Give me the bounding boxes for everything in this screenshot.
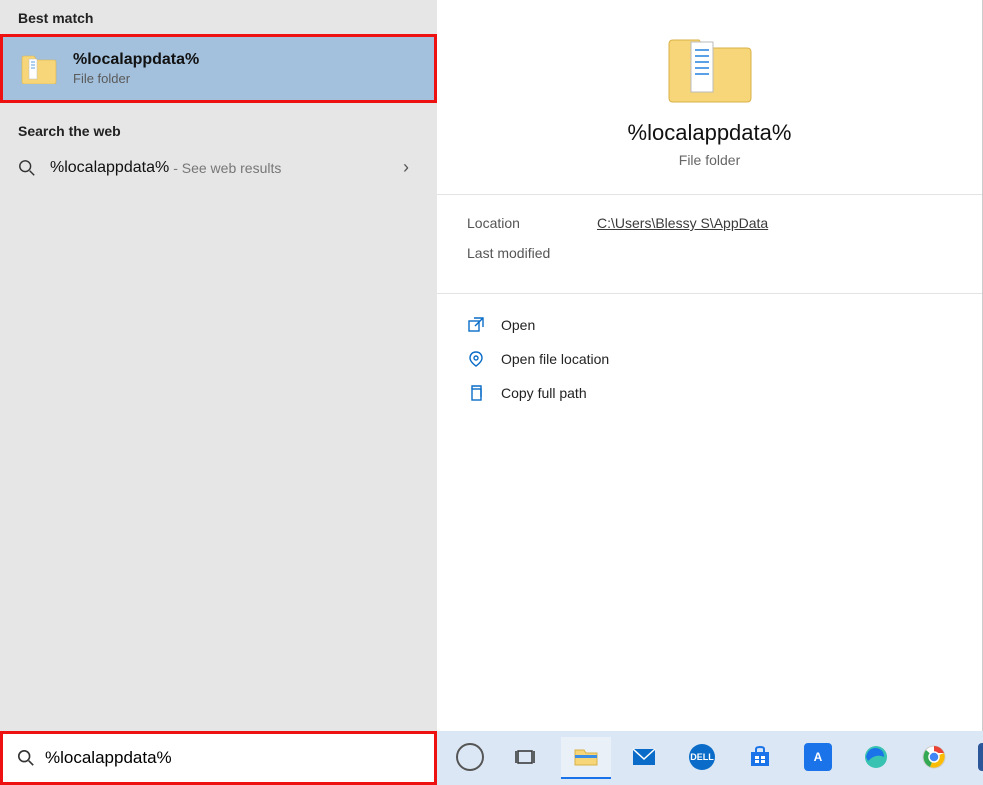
cortana-icon[interactable] [445, 737, 495, 779]
folder-icon [667, 32, 753, 104]
bottom-bar: DELL A W [0, 731, 983, 785]
action-copy-path[interactable]: Copy full path [467, 376, 952, 410]
meta-location-link[interactable]: C:\Users\Blessy S\AppData [597, 215, 768, 231]
file-explorer-icon[interactable] [561, 737, 611, 779]
windows-search-popup: Best match %localappdata% File folder [0, 0, 983, 785]
preview-header: %localappdata% File folder [437, 0, 982, 195]
dell-icon[interactable]: DELL [677, 737, 727, 779]
best-match-subtitle: File folder [73, 71, 199, 86]
mail-icon[interactable] [619, 737, 669, 779]
open-icon [467, 316, 485, 334]
edge-icon[interactable] [851, 737, 901, 779]
action-copy-path-label: Copy full path [501, 385, 587, 401]
action-open-label: Open [501, 317, 535, 333]
best-match-title: %localappdata% [73, 51, 199, 69]
task-view-icon[interactable] [503, 737, 553, 779]
action-open-location-label: Open file location [501, 351, 609, 367]
search-box[interactable] [0, 731, 437, 785]
preview-pane: %localappdata% File folder Location C:\U… [437, 0, 983, 731]
ad-icon[interactable]: A [793, 737, 843, 779]
search-icon [18, 159, 36, 177]
main-area: Best match %localappdata% File folder [0, 0, 983, 731]
web-result-query: %localappdata% [50, 159, 169, 177]
chevron-right-icon: › [403, 157, 419, 178]
preview-meta: Location C:\Users\Blessy S\AppData Last … [437, 195, 982, 294]
chrome-icon[interactable] [909, 737, 959, 779]
results-pane: Best match %localappdata% File folder [0, 0, 437, 731]
taskbar: DELL A W [437, 731, 983, 785]
folder-icon [21, 54, 57, 84]
web-result-row[interactable]: %localappdata% - See web results › [0, 147, 437, 188]
best-match-text: %localappdata% File folder [73, 51, 199, 86]
store-icon[interactable] [735, 737, 785, 779]
meta-location-label: Location [467, 215, 597, 231]
preview-subtitle: File folder [679, 152, 740, 168]
preview-actions: Open Open file location [437, 294, 982, 424]
copy-icon [467, 384, 485, 402]
action-open-location[interactable]: Open file location [467, 342, 952, 376]
web-result-hint: - See web results [173, 160, 281, 176]
search-web-header: Search the web [0, 113, 437, 147]
word-icon[interactable]: W [967, 737, 983, 779]
location-icon [467, 350, 485, 368]
best-match-header: Best match [0, 0, 437, 34]
action-open[interactable]: Open [467, 308, 952, 342]
meta-modified-row: Last modified [467, 245, 952, 261]
meta-modified-label: Last modified [467, 245, 597, 261]
search-input[interactable] [45, 748, 420, 768]
meta-location-row: Location C:\Users\Blessy S\AppData [467, 215, 952, 231]
search-icon [17, 749, 35, 767]
preview-title: %localappdata% [628, 120, 792, 146]
best-match-result[interactable]: %localappdata% File folder [0, 34, 437, 103]
